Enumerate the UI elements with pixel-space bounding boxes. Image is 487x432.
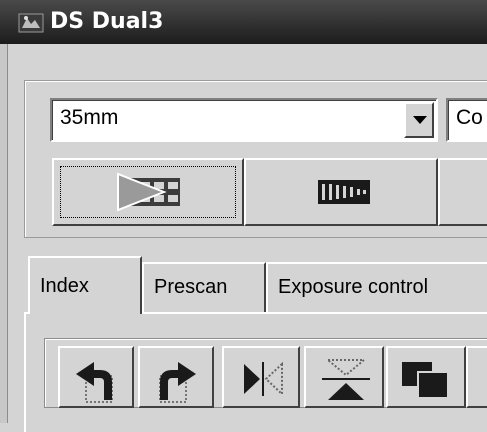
tab-index[interactable]: Index — [28, 256, 142, 314]
scan-button[interactable] — [52, 158, 244, 226]
window-frame — [0, 44, 8, 423]
tab-exposure-control-label: Exposure control — [278, 276, 429, 298]
film-advance-button[interactable] — [244, 158, 438, 226]
tab-index-label: Index — [40, 275, 89, 297]
title-bar[interactable]: DS Dual3 — [0, 0, 487, 44]
toolbar-button-extra[interactable] — [438, 158, 487, 226]
invert-button[interactable] — [386, 346, 466, 408]
film-type-combobox[interactable]: 35mm — [50, 98, 438, 142]
color-mode-value: Co — [456, 106, 483, 129]
flip-vertical-button[interactable] — [304, 346, 384, 408]
rotate-left-icon — [76, 362, 113, 403]
film-type-dropdown-button[interactable] — [404, 102, 434, 138]
scan-frames-icon — [117, 172, 180, 212]
flip-horizontal-icon — [244, 361, 283, 397]
film-type-value: 35mm — [60, 106, 119, 129]
rotate-right-icon — [159, 362, 196, 403]
rotate-right-button[interactable] — [138, 346, 214, 408]
tab-prescan[interactable]: Prescan — [142, 262, 266, 312]
rotate-left-button[interactable] — [58, 346, 134, 408]
chevron-down-icon — [413, 116, 427, 124]
scanner-app-icon — [18, 13, 44, 33]
tool-button-extra[interactable] — [466, 346, 487, 408]
tab-prescan-label: Prescan — [154, 276, 228, 298]
flip-horizontal-button[interactable] — [222, 346, 300, 408]
flip-vertical-icon — [322, 359, 370, 400]
window-title: DS Dual3 — [50, 9, 164, 34]
tab-exposure-control[interactable]: Exposure control — [266, 262, 487, 312]
invert-icon — [402, 362, 449, 399]
color-mode-combobox[interactable]: Co — [446, 98, 487, 142]
film-strip-icon — [318, 180, 370, 204]
